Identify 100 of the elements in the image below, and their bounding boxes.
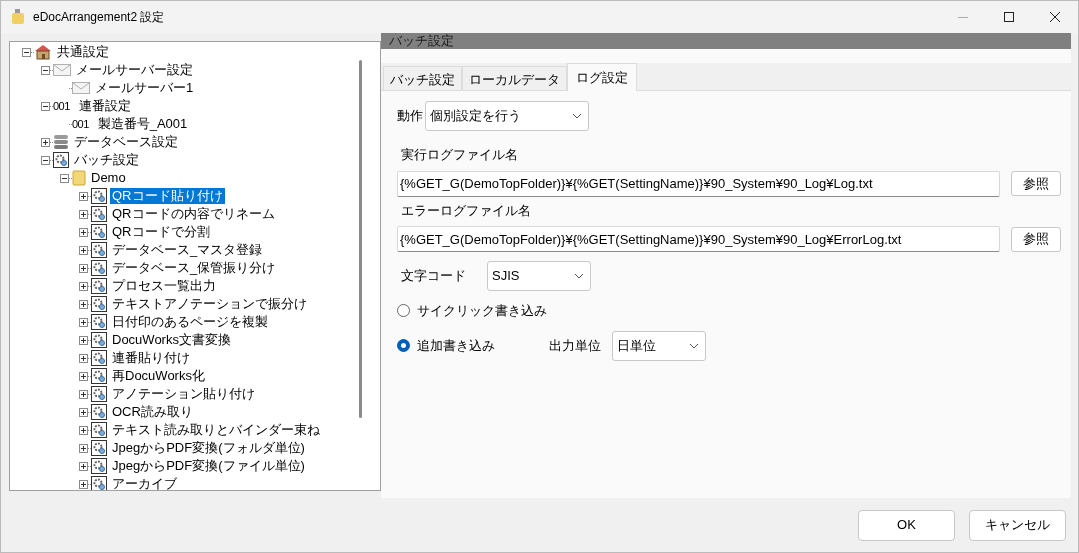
expand-toggle[interactable]: [79, 389, 88, 399]
gear-icon: [91, 368, 107, 384]
tab[interactable]: ログ設定: [567, 63, 637, 91]
house-icon: [34, 44, 52, 60]
app-icon: [11, 9, 25, 25]
tree-item[interactable]: データベース_マスタ登録: [110, 242, 265, 258]
collapse-toggle[interactable]: [41, 65, 50, 75]
radio-button[interactable]: [397, 339, 410, 352]
tree-item[interactable]: メールサーバー設定: [74, 62, 195, 78]
collapse-toggle[interactable]: [22, 47, 31, 57]
tree-item[interactable]: テキスト読み取りとバインダー束ね: [110, 422, 322, 438]
encoding-dropdown[interactable]: SJIS: [487, 261, 591, 291]
tree-item[interactable]: テキストアノテーションで振分け: [110, 296, 309, 312]
expand-toggle[interactable]: [79, 407, 88, 417]
gear-icon: [91, 440, 107, 456]
chevron-icon: [572, 113, 582, 119]
minimize-icon: [958, 16, 968, 18]
tree-item[interactable]: アノテーション貼り付け: [110, 386, 257, 402]
collapse-toggle[interactable]: [41, 155, 50, 165]
tree-item[interactable]: バッチ設定: [72, 152, 141, 168]
action-dropdown[interactable]: 個別設定を行う: [425, 101, 589, 131]
expand-toggle[interactable]: [79, 227, 88, 237]
tree-item[interactable]: データベース設定: [72, 134, 180, 150]
chevron-icon: [574, 273, 584, 279]
chevron-icon: [689, 342, 699, 349]
tree-item[interactable]: 再DocuWorks化: [110, 368, 207, 384]
scrollbar-thumb[interactable]: [359, 60, 362, 418]
dialog-button[interactable]: OK: [858, 509, 955, 541]
tree-item[interactable]: 共通設定: [55, 44, 111, 60]
tree-item[interactable]: DocuWorks文書変換: [110, 332, 233, 348]
tree-item[interactable]: 日付印のあるページを複製: [110, 314, 270, 330]
window-title: eDocArrangement2 設定: [33, 9, 165, 26]
field-label: エラーログファイル名: [401, 201, 532, 220]
radio-label: 追加書き込み: [417, 336, 496, 355]
field-label: 実行ログファイル名: [401, 146, 519, 164]
counter-label: 001: [53, 98, 70, 114]
expand-toggle[interactable]: [79, 461, 88, 471]
expand-toggle[interactable]: [79, 443, 88, 453]
tree-item[interactable]: アーカイブ: [110, 476, 179, 490]
envelope-icon: [53, 64, 71, 76]
collapse-toggle[interactable]: [60, 173, 69, 183]
tree-item[interactable]: 連番設定: [76, 98, 133, 114]
gear-icon: [91, 278, 107, 294]
close-icon: [1050, 12, 1060, 22]
tree-item[interactable]: データベース_保管振り分け: [110, 260, 278, 276]
expand-toggle[interactable]: [79, 371, 88, 381]
tree-item[interactable]: JpegからPDF変換(フォルダ単位): [110, 440, 307, 456]
expand-toggle[interactable]: [79, 245, 88, 255]
gear-icon: [91, 386, 107, 402]
gear-icon: [91, 242, 107, 258]
gear-icon: [91, 224, 107, 240]
gear-icon: [91, 350, 107, 366]
expand-toggle[interactable]: [79, 353, 88, 363]
expand-toggle[interactable]: [79, 425, 88, 435]
gear-icon: [91, 404, 107, 420]
folder-icon: [72, 170, 86, 186]
field-label: 文字コード: [401, 267, 467, 286]
field-label: 出力単位: [549, 336, 602, 355]
gear-icon: [91, 188, 107, 204]
expand-toggle[interactable]: [41, 137, 50, 147]
radio-label: サイクリック書き込み: [417, 302, 548, 320]
tree-item[interactable]: プロセス一覧出力: [110, 278, 218, 294]
file-path-field[interactable]: {%GET_G(DemoTopFolder)}¥{%GET(SettingName)}¥90_System¥90_Log¥Log.txt: [397, 170, 1000, 197]
tab[interactable]: ローカルデータ: [462, 66, 567, 90]
expand-toggle[interactable]: [79, 263, 88, 273]
tree-item[interactable]: 製造番号_A001: [95, 116, 190, 132]
browse-button[interactable]: 参照: [1011, 171, 1061, 196]
expand-toggle[interactable]: [79, 281, 88, 291]
maximize-icon: [1004, 12, 1014, 22]
tree-item[interactable]: JpegからPDF変換(ファイル単位): [110, 458, 307, 474]
tree-item[interactable]: QRコード貼り付け: [110, 188, 225, 204]
tree-item[interactable]: QRコードで分割: [110, 224, 212, 240]
radio-button[interactable]: [397, 304, 410, 318]
counter-label: 001: [72, 116, 89, 132]
tree-item[interactable]: QRコードの内容でリネーム: [110, 206, 277, 222]
expand-toggle[interactable]: [79, 335, 88, 345]
gear-icon: [91, 332, 107, 348]
gear-icon: [91, 458, 107, 474]
expand-toggle[interactable]: [79, 209, 88, 219]
expand-toggle[interactable]: [79, 191, 88, 201]
tree-item[interactable]: OCR読み取り: [110, 404, 195, 420]
tree-item[interactable]: Demo: [89, 170, 128, 186]
file-path-field[interactable]: {%GET_G(DemoTopFolder)}¥{%GET(SettingName)}¥90_System¥90_Log¥ErrorLog.txt: [397, 226, 1000, 252]
expand-toggle[interactable]: [79, 479, 88, 489]
field-label: 動作: [397, 107, 423, 126]
expand-toggle[interactable]: [79, 299, 88, 309]
dialog-button[interactable]: キャンセル: [969, 509, 1066, 541]
gear-icon: [91, 206, 107, 222]
gear-icon: [53, 152, 69, 168]
expand-toggle[interactable]: [79, 317, 88, 327]
browse-button[interactable]: 参照: [1011, 226, 1061, 252]
gear-icon: [91, 422, 107, 438]
gear-icon: [91, 314, 107, 330]
tree-item[interactable]: メールサーバー1: [93, 80, 196, 96]
output-unit-dropdown[interactable]: 日単位: [612, 330, 706, 361]
tab[interactable]: バッチ設定: [383, 66, 462, 90]
tree-item[interactable]: 連番貼り付け: [110, 350, 192, 366]
collapse-toggle[interactable]: [41, 101, 50, 111]
gear-icon: [91, 296, 107, 312]
panel-header: バッチ設定: [381, 33, 1071, 49]
